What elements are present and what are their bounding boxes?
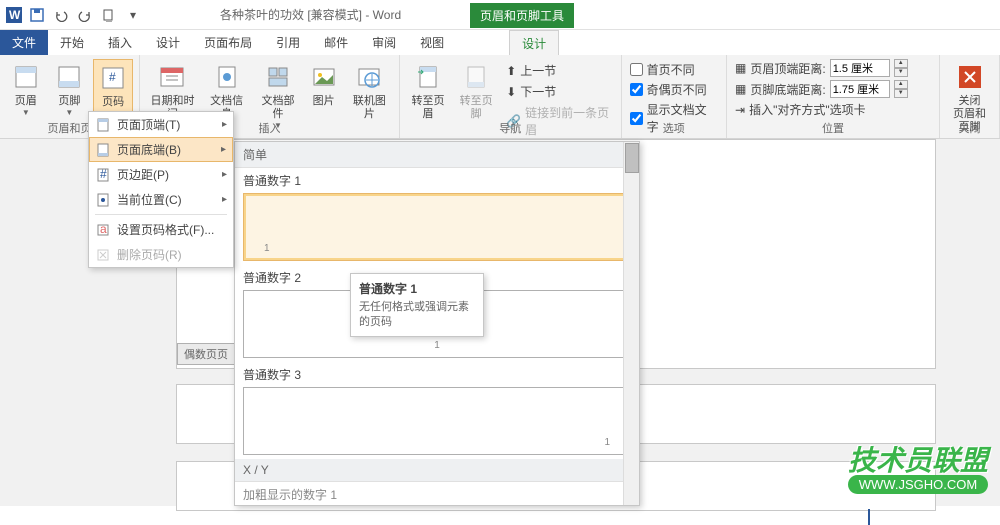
save-icon[interactable] [26, 4, 48, 26]
word-app-icon: W [4, 5, 24, 25]
footer-spin-up[interactable]: ▲ [894, 80, 908, 89]
gallery-item-bold1[interactable]: 加粗显示的数字 1 [235, 482, 639, 506]
even-footer-tag: 偶数页页 [177, 343, 235, 365]
group-label-position: 位置 [727, 120, 939, 136]
chevron-right-icon: ▸ [222, 169, 227, 180]
chevron-right-icon: ▸ [222, 119, 227, 130]
footer-bottom-label: 页脚底端距离: [750, 81, 825, 98]
picture-button[interactable]: 图片 [306, 59, 342, 110]
format-icon: a [95, 222, 111, 238]
chevron-right-icon: ▸ [222, 194, 227, 205]
footer-icon [53, 61, 85, 93]
next-icon: ⬇ [506, 85, 516, 99]
remove-icon [95, 247, 111, 263]
text-cursor [868, 509, 870, 525]
docinfo-icon [211, 61, 243, 93]
watermark: 技术员联盟 WWW.JSGHO.COM [848, 439, 988, 494]
prev-section-button[interactable]: ⬆上一节 [504, 61, 612, 80]
gallery-tooltip: 普通数字 1 无任何格式或强调元素的页码 [350, 273, 484, 337]
diff-oddeven-checkbox[interactable]: 奇偶页不同 [630, 81, 718, 98]
prev-icon: ⬆ [506, 64, 516, 78]
group-label-nav: 导航 [400, 120, 621, 136]
gallery-item-plain1[interactable]: 普通数字 1 1 [235, 168, 639, 265]
gallery-header-simple: 简单 [235, 142, 639, 168]
page-bottom-icon [95, 142, 111, 158]
dd-remove-page-number: 删除页码(R) [89, 242, 233, 267]
contextual-tab-header: 页眉和页脚工具 [470, 0, 574, 30]
gallery-scrollbar[interactable] [623, 142, 639, 505]
tooltip-title: 普通数字 1 [359, 280, 475, 297]
undo-icon[interactable] [50, 4, 72, 26]
page-number-dropdown: 页面顶端(T)▸ 页面底端(B)▸ # 页边距(P)▸ 当前位置(C)▸ a 设… [88, 111, 234, 268]
group-label-close: 关闭 [940, 120, 999, 136]
tab-design[interactable]: 设计 [144, 30, 192, 55]
insert-align-tab-button[interactable]: ⇥ 插入"对齐方式"选项卡 [735, 101, 931, 118]
header-top-input[interactable] [830, 59, 890, 77]
tab-insert[interactable]: 插入 [96, 30, 144, 55]
next-section-button[interactable]: ⬇下一节 [504, 82, 612, 101]
tab-references[interactable]: 引用 [264, 30, 312, 55]
redo-icon[interactable] [74, 4, 96, 26]
header-spin-down[interactable]: ▼ [894, 68, 908, 77]
page-number-icon: # [97, 62, 129, 94]
footer-button[interactable]: 页脚▼ [50, 59, 90, 119]
picture-icon [308, 61, 340, 93]
online-picture-icon [353, 61, 385, 93]
goto-header-button[interactable]: 转至页眉 [406, 59, 450, 123]
diff-first-checkbox[interactable]: 首页不同 [630, 61, 718, 78]
goto-header-icon [412, 61, 444, 93]
document-title: 各种茶叶的功效 [兼容模式] - Word [220, 6, 401, 23]
header-icon [10, 61, 42, 93]
current-pos-icon [95, 192, 111, 208]
gallery-item-plain3[interactable]: 普通数字 3 1 [235, 362, 639, 459]
tab-layout[interactable]: 页面布局 [192, 30, 264, 55]
page-top-icon [95, 117, 111, 133]
qat-customize-icon[interactable]: ▾ [122, 4, 144, 26]
tab-review[interactable]: 审阅 [360, 30, 408, 55]
svg-text:a: a [100, 223, 107, 236]
goto-footer-button[interactable]: 转至页脚 [454, 59, 498, 123]
header-spin-up[interactable]: ▲ [894, 59, 908, 68]
group-label-options: 选项 [622, 120, 726, 136]
close-icon [954, 61, 986, 93]
dd-separator [95, 214, 227, 215]
tab-mailings[interactable]: 邮件 [312, 30, 360, 55]
datetime-icon [156, 61, 188, 93]
svg-text:#: # [100, 168, 107, 181]
dd-format-page-number[interactable]: a 设置页码格式(F)... [89, 217, 233, 242]
tab-view[interactable]: 视图 [408, 30, 456, 55]
header-top-icon: ▦ [735, 61, 746, 75]
online-picture-button[interactable]: 联机图片 [346, 59, 393, 123]
tab-file[interactable]: 文件 [0, 30, 48, 55]
svg-text:W: W [9, 8, 21, 22]
dd-page-margins[interactable]: # 页边距(P)▸ [89, 162, 233, 187]
dd-page-top[interactable]: 页面顶端(T)▸ [89, 112, 233, 137]
tab-home[interactable]: 开始 [48, 30, 96, 55]
page-margins-icon: # [95, 167, 111, 183]
gallery-header-xy: X / Y [235, 459, 639, 482]
footer-bottom-input[interactable] [830, 80, 890, 98]
align-tab-icon: ⇥ [735, 103, 745, 117]
tab-hf-design[interactable]: 设计 [509, 30, 559, 55]
svg-text:#: # [109, 70, 116, 84]
footer-spin-down[interactable]: ▼ [894, 89, 908, 98]
chevron-right-icon: ▸ [221, 144, 226, 155]
footer-bottom-icon: ▦ [735, 82, 746, 96]
title-bar: W ▾ 各种茶叶的功效 [兼容模式] - Word 页眉和页脚工具 [0, 0, 1000, 30]
qat-more-icon[interactable] [98, 4, 120, 26]
dd-current-position[interactable]: 当前位置(C)▸ [89, 187, 233, 212]
header-button[interactable]: 页眉▼ [6, 59, 46, 119]
quickparts-icon [262, 61, 294, 93]
tooltip-body: 无任何格式或强调元素的页码 [359, 300, 475, 330]
goto-footer-icon [460, 61, 492, 93]
dd-page-bottom[interactable]: 页面底端(B)▸ [89, 137, 233, 162]
ribbon-tabs: 文件 开始 插入 设计 页面布局 引用 邮件 审阅 视图 设计 [0, 30, 1000, 55]
header-top-label: 页眉顶端距离: [750, 60, 825, 77]
